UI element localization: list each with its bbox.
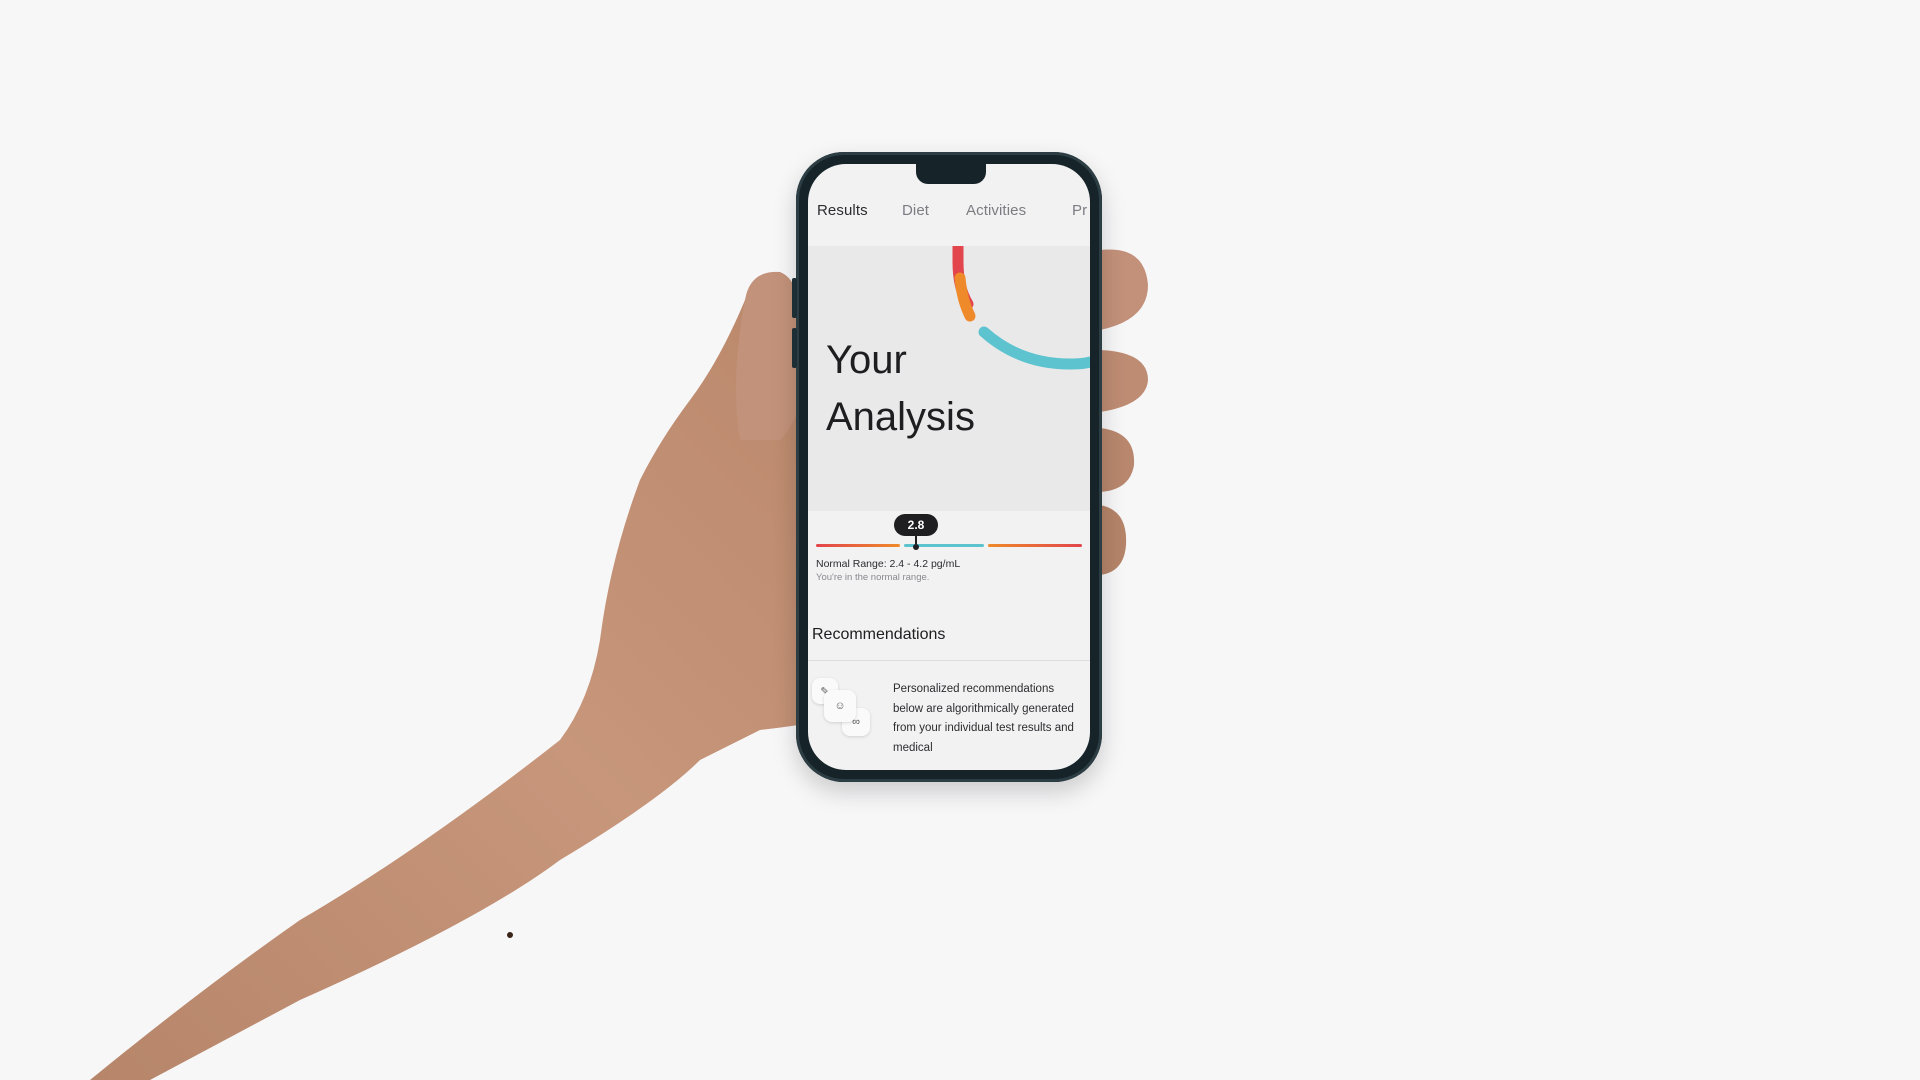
range-indicator: 2.8 Normal Range: 2.4 - 4.2 pg/mL You're… [808,514,1090,594]
value-bubble: 2.8 [894,514,938,536]
phone-side-button [792,278,797,318]
phone-side-button [792,328,797,368]
range-status-text: You're in the normal range. [816,572,930,583]
recommendations-body: Personalized recommendations below are a… [893,683,1074,754]
divider [808,660,1090,661]
range-bar-low [816,544,900,547]
tab-partial[interactable]: Pr [1072,202,1087,219]
hero-banner: Your Analysis [808,246,1090,511]
tab-activities[interactable]: Activities [966,202,1026,219]
tab-bar: Results Diet Activities Pr [808,202,1090,226]
phone-device: Results Diet Activities Pr Your Analysis… [792,152,1102,782]
recommendations-heading: Recommendations [812,626,946,643]
value-marker-dot [913,544,919,550]
range-bar-high [988,544,1082,547]
title-line-1: Your [826,338,907,382]
brain-icon: ☺ [824,690,856,722]
normal-range-label: Normal Range: 2.4 - 4.2 pg/mL [816,558,961,570]
tab-results[interactable]: Results [817,202,868,219]
recommendation-icons: ✎ ∞ ☺ [812,678,872,748]
title-line-2: Analysis [826,395,975,439]
tab-diet[interactable]: Diet [902,202,929,219]
page-title: Your Analysis [826,332,1026,446]
app-screen: Results Diet Activities Pr Your Analysis… [808,164,1090,770]
phone-notch [916,164,986,184]
